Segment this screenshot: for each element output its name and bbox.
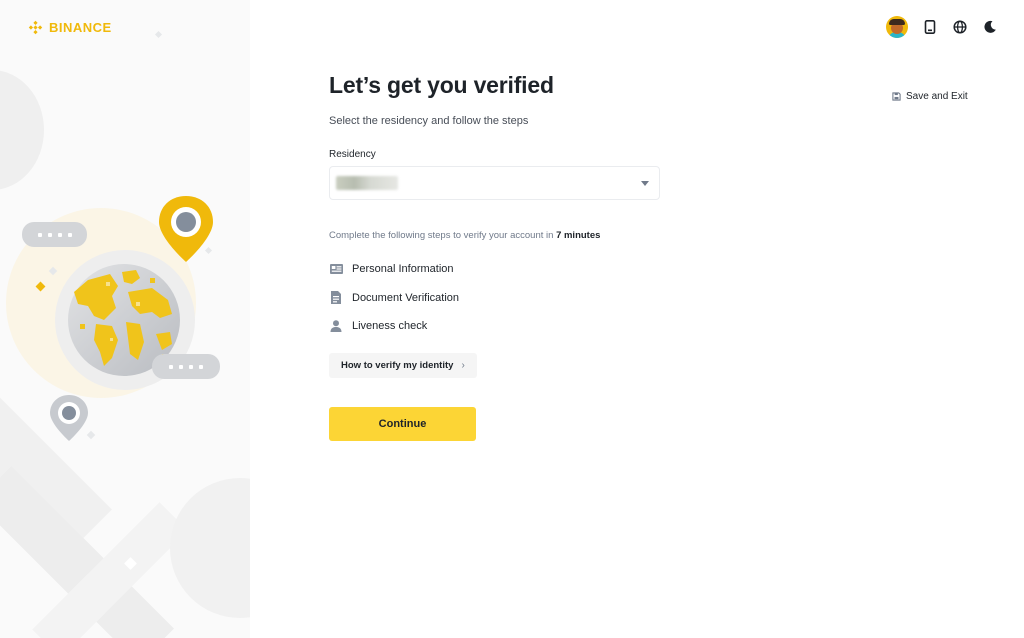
location-pin-icon <box>50 395 88 441</box>
how-to-verify-label: How to verify my identity <box>341 359 454 371</box>
decor-circle <box>170 478 250 618</box>
globe-icon[interactable] <box>952 19 968 35</box>
chat-bubble-icon <box>22 222 87 247</box>
top-bar <box>886 16 998 38</box>
residency-select[interactable] <box>329 166 660 200</box>
step-liveness-check: Liveness check <box>329 312 669 341</box>
id-card-icon <box>329 262 343 276</box>
page-subtitle: Select the residency and follow the step… <box>329 115 529 127</box>
continue-button[interactable]: Continue <box>329 406 476 441</box>
person-icon <box>329 319 343 333</box>
verification-form: Let’s get you verified Select the reside… <box>329 72 669 441</box>
decor-circle <box>0 70 44 190</box>
binance-logo[interactable]: BINANCE <box>27 19 112 36</box>
save-exit-label: Save and Exit <box>906 91 968 102</box>
completion-note: Complete the following steps to verify y… <box>329 230 669 241</box>
chat-bubble-icon <box>152 354 220 379</box>
step-label: Liveness check <box>352 320 428 333</box>
save-icon <box>892 92 901 101</box>
decor-diamond <box>154 30 163 39</box>
moon-icon[interactable] <box>982 19 998 35</box>
binance-logo-icon <box>28 20 43 35</box>
completion-time: 7 minutes <box>556 230 601 241</box>
illustration-panel: BINANCE <box>0 0 250 638</box>
mobile-download-icon[interactable] <box>922 19 938 35</box>
how-to-verify-link[interactable]: How to verify my identity › <box>329 352 477 378</box>
caret-down-icon <box>641 180 649 186</box>
page-title: Let’s get you verified <box>329 72 554 98</box>
save-exit-button[interactable]: Save and Exit <box>892 91 968 102</box>
residency-selected-value <box>336 176 398 190</box>
completion-prefix: Complete the following steps to verify y… <box>329 230 554 241</box>
document-icon <box>329 291 343 305</box>
steps-list: Personal Information Document Verificati… <box>329 255 669 341</box>
step-label: Document Verification <box>352 291 459 304</box>
step-label: Personal Information <box>352 263 454 276</box>
avatar[interactable] <box>886 16 908 38</box>
step-personal-information: Personal Information <box>329 255 669 284</box>
step-document-verification: Document Verification <box>329 284 669 313</box>
residency-label: Residency <box>329 149 376 160</box>
location-pin-icon <box>159 196 213 262</box>
brand-name: BINANCE <box>49 20 112 35</box>
chevron-right-icon: › <box>461 359 465 371</box>
